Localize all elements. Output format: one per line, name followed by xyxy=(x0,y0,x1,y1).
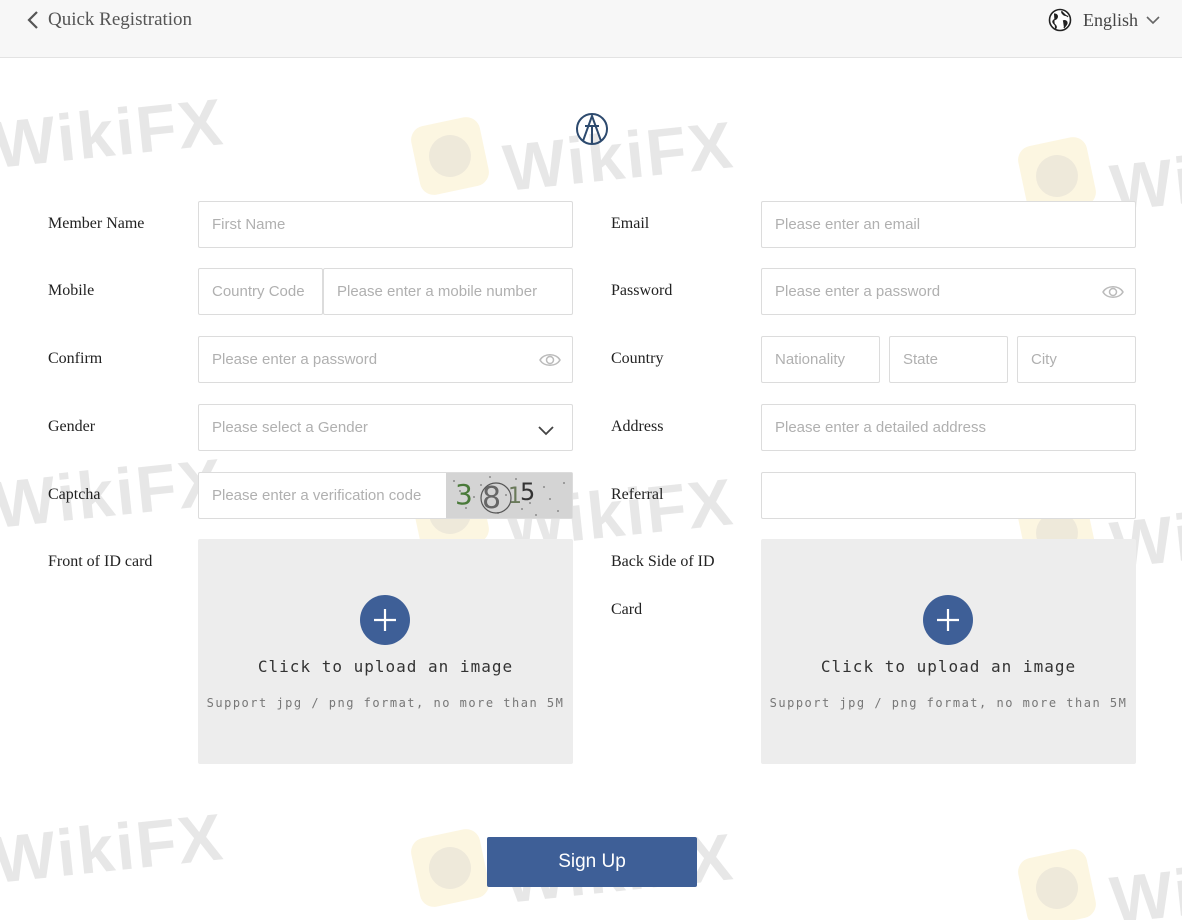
front-id-upload[interactable]: Click to upload an image Support jpg / p… xyxy=(198,539,573,764)
watermark-text: WikiFX xyxy=(499,107,738,205)
nationality-field xyxy=(761,336,880,383)
confirm-label: Confirm xyxy=(48,350,103,367)
header-bar: Quick Registration English xyxy=(0,0,1182,58)
captcha-input[interactable] xyxy=(199,473,447,518)
back-button[interactable]: Quick Registration xyxy=(26,6,192,34)
watermark: WikiFX xyxy=(1015,839,1182,920)
confirm-password-field xyxy=(198,336,573,383)
member-name-field xyxy=(198,201,573,248)
state-input[interactable] xyxy=(890,337,1007,382)
upload-title: Click to upload an image xyxy=(257,657,514,676)
state-field xyxy=(889,336,1008,383)
add-image-button[interactable] xyxy=(923,595,973,645)
gender-input[interactable] xyxy=(199,405,572,450)
address-field xyxy=(761,404,1136,451)
chevron-down-icon xyxy=(538,426,554,436)
referral-input[interactable] xyxy=(762,473,1135,518)
language-selector[interactable]: English xyxy=(1048,6,1160,34)
captcha-field: 3 8 1 5 xyxy=(198,472,573,519)
captcha-char: 8 xyxy=(482,481,501,516)
chevron-left-icon xyxy=(27,11,38,29)
back-id-label-line2: Card xyxy=(611,601,643,618)
country-code-input[interactable] xyxy=(199,269,322,314)
email-label: Email xyxy=(611,215,650,232)
captcha-label: Captcha xyxy=(48,486,101,503)
watermark-text: WikiFX xyxy=(0,84,228,182)
mobile-label: Mobile xyxy=(48,282,95,299)
email-input[interactable] xyxy=(762,202,1135,247)
back-id-label: Back Side of ID xyxy=(611,553,715,570)
watermark-text: WikiFX xyxy=(0,444,228,542)
chevron-down-icon xyxy=(1146,16,1160,25)
gender-label: Gender xyxy=(48,418,96,435)
plus-icon xyxy=(937,609,959,631)
city-field xyxy=(1017,336,1136,383)
nationality-input[interactable] xyxy=(762,337,879,382)
watermark-logo-icon xyxy=(1015,846,1099,920)
mobile-number-input[interactable] xyxy=(324,269,572,314)
front-id-label: Front of ID card xyxy=(48,553,153,570)
add-image-button[interactable] xyxy=(360,595,410,645)
address-label: Address xyxy=(611,418,664,435)
referral-field xyxy=(761,472,1136,519)
watermark: WikiFX xyxy=(0,444,228,542)
upload-title: Click to upload an image xyxy=(820,657,1077,676)
country-label: Country xyxy=(611,350,664,367)
member-name-label: Member Name xyxy=(48,215,145,232)
captcha-image[interactable]: 3 8 1 5 xyxy=(446,473,572,518)
watermark-logo-icon xyxy=(408,826,492,910)
city-input[interactable] xyxy=(1018,337,1135,382)
email-field xyxy=(761,201,1136,248)
referral-label: Referral xyxy=(611,486,664,503)
plus-icon xyxy=(374,609,396,631)
password-input[interactable] xyxy=(762,269,1135,314)
brand-logo-icon xyxy=(576,113,608,145)
globe-icon xyxy=(1048,8,1072,32)
watermark-text: WikiFX xyxy=(1106,839,1182,920)
upload-hint: Support jpg / png format, no more than 5… xyxy=(206,696,565,710)
back-id-upload[interactable]: Click to upload an image Support jpg / p… xyxy=(761,539,1136,764)
confirm-password-input[interactable] xyxy=(199,337,572,382)
password-field xyxy=(761,268,1136,315)
gender-select[interactable] xyxy=(198,404,573,451)
page-title: Quick Registration xyxy=(48,9,193,30)
watermark-logo-icon xyxy=(408,114,492,198)
address-input[interactable] xyxy=(762,405,1135,450)
first-name-input[interactable] xyxy=(199,202,572,247)
country-code-field xyxy=(198,268,323,315)
watermark: WikiFX xyxy=(0,84,228,182)
captcha-char: 3 xyxy=(455,478,473,511)
language-label: English xyxy=(1082,9,1138,30)
watermark-text: WikiFX xyxy=(0,799,228,897)
upload-hint: Support jpg / png format, no more than 5… xyxy=(769,696,1128,710)
password-label: Password xyxy=(611,282,673,299)
captcha-char: 5 xyxy=(520,478,535,506)
sign-up-button[interactable]: Sign Up xyxy=(487,837,697,887)
eye-icon[interactable] xyxy=(1102,282,1124,302)
eye-icon[interactable] xyxy=(539,350,561,370)
mobile-number-field xyxy=(323,268,573,315)
watermark: WikiFX xyxy=(0,799,228,897)
